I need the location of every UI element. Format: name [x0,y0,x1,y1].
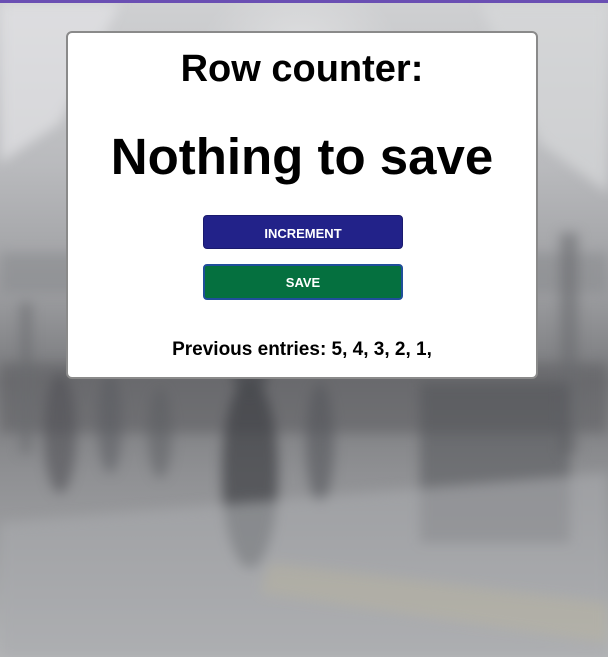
page-title: Row counter: [180,48,424,90]
row-counter-card: Row counter: Nothing to save INCREMENT S… [66,31,538,379]
save-button[interactable]: SAVE [203,264,403,300]
status-message: Nothing to save [110,128,494,185]
previous-entries-text: Previous entries: 5, 4, 3, 2, 1, [172,339,432,360]
increment-button[interactable]: INCREMENT [203,215,403,249]
